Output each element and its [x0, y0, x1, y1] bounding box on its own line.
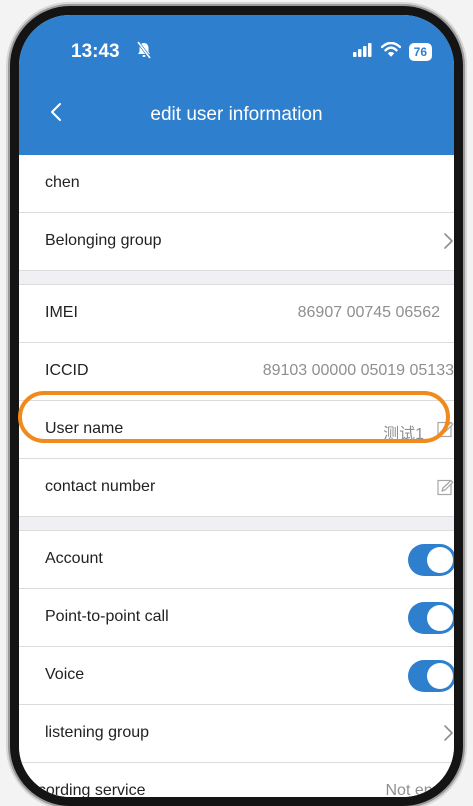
user-display-name-row[interactable]: chen [19, 155, 454, 213]
settings-list: chen Belonging group IMEI 86907 00745 06… [19, 155, 455, 799]
bell-muted-icon [136, 41, 152, 64]
user-name-row[interactable]: User name 测试1 [19, 401, 454, 459]
section-divider [19, 271, 454, 285]
chevron-right-icon [442, 232, 454, 255]
p2p-call-toggle[interactable] [408, 602, 454, 634]
account-toggle[interactable] [408, 544, 454, 576]
voice-row: Voice [19, 647, 454, 705]
recording-service-value: Not enabl [385, 782, 455, 799]
status-time: 13:43 [71, 41, 120, 62]
page-title: edit user information [150, 104, 323, 125]
app-header: 13:43 76 edit user information [19, 15, 454, 155]
contact-number-label: contact number [45, 478, 156, 495]
toggle-knob [427, 605, 453, 631]
toggle-knob [427, 547, 453, 573]
edit-icon[interactable] [437, 479, 454, 501]
account-row: Account [19, 531, 454, 589]
listening-group-label: listening group [45, 724, 150, 741]
belonging-group-row[interactable]: Belonging group [19, 213, 454, 271]
recording-service-row[interactable]: ecording service Not enabl [19, 763, 455, 799]
edit-icon[interactable] [437, 421, 454, 443]
phone-frame: 13:43 76 edit user information chen Belo… [10, 6, 463, 806]
user-display-name: chen [45, 174, 80, 191]
contact-number-row[interactable]: contact number [19, 459, 454, 517]
imei-row: IMEI 86907 00745 06562 [19, 285, 454, 343]
signal-icon [352, 42, 373, 62]
iccid-label: ICCID [45, 362, 89, 379]
toggle-knob [427, 663, 453, 689]
imei-label: IMEI [45, 304, 78, 321]
iccid-value: 89103 00000 05019 05133 [262, 362, 454, 379]
section-divider [19, 517, 454, 531]
voice-toggle[interactable] [408, 660, 454, 692]
user-name-value: 测试1 [383, 426, 424, 443]
wifi-icon [380, 41, 401, 62]
voice-label: Voice [45, 666, 85, 683]
status-indicators: 76 [352, 41, 432, 62]
belonging-group-label: Belonging group [45, 232, 162, 249]
account-label: Account [45, 550, 103, 567]
battery-indicator: 76 [408, 43, 432, 61]
user-name-label: User name [45, 420, 124, 437]
iccid-row: ICCID 89103 00000 05019 05133 [19, 343, 454, 401]
imei-value: 86907 00745 06562 [297, 304, 440, 321]
p2p-call-label: Point-to-point call [45, 608, 169, 625]
p2p-call-row: Point-to-point call [19, 589, 454, 647]
listening-group-row[interactable]: listening group [19, 705, 454, 763]
recording-service-label: ecording service [29, 782, 146, 799]
chevron-right-icon [442, 724, 454, 747]
